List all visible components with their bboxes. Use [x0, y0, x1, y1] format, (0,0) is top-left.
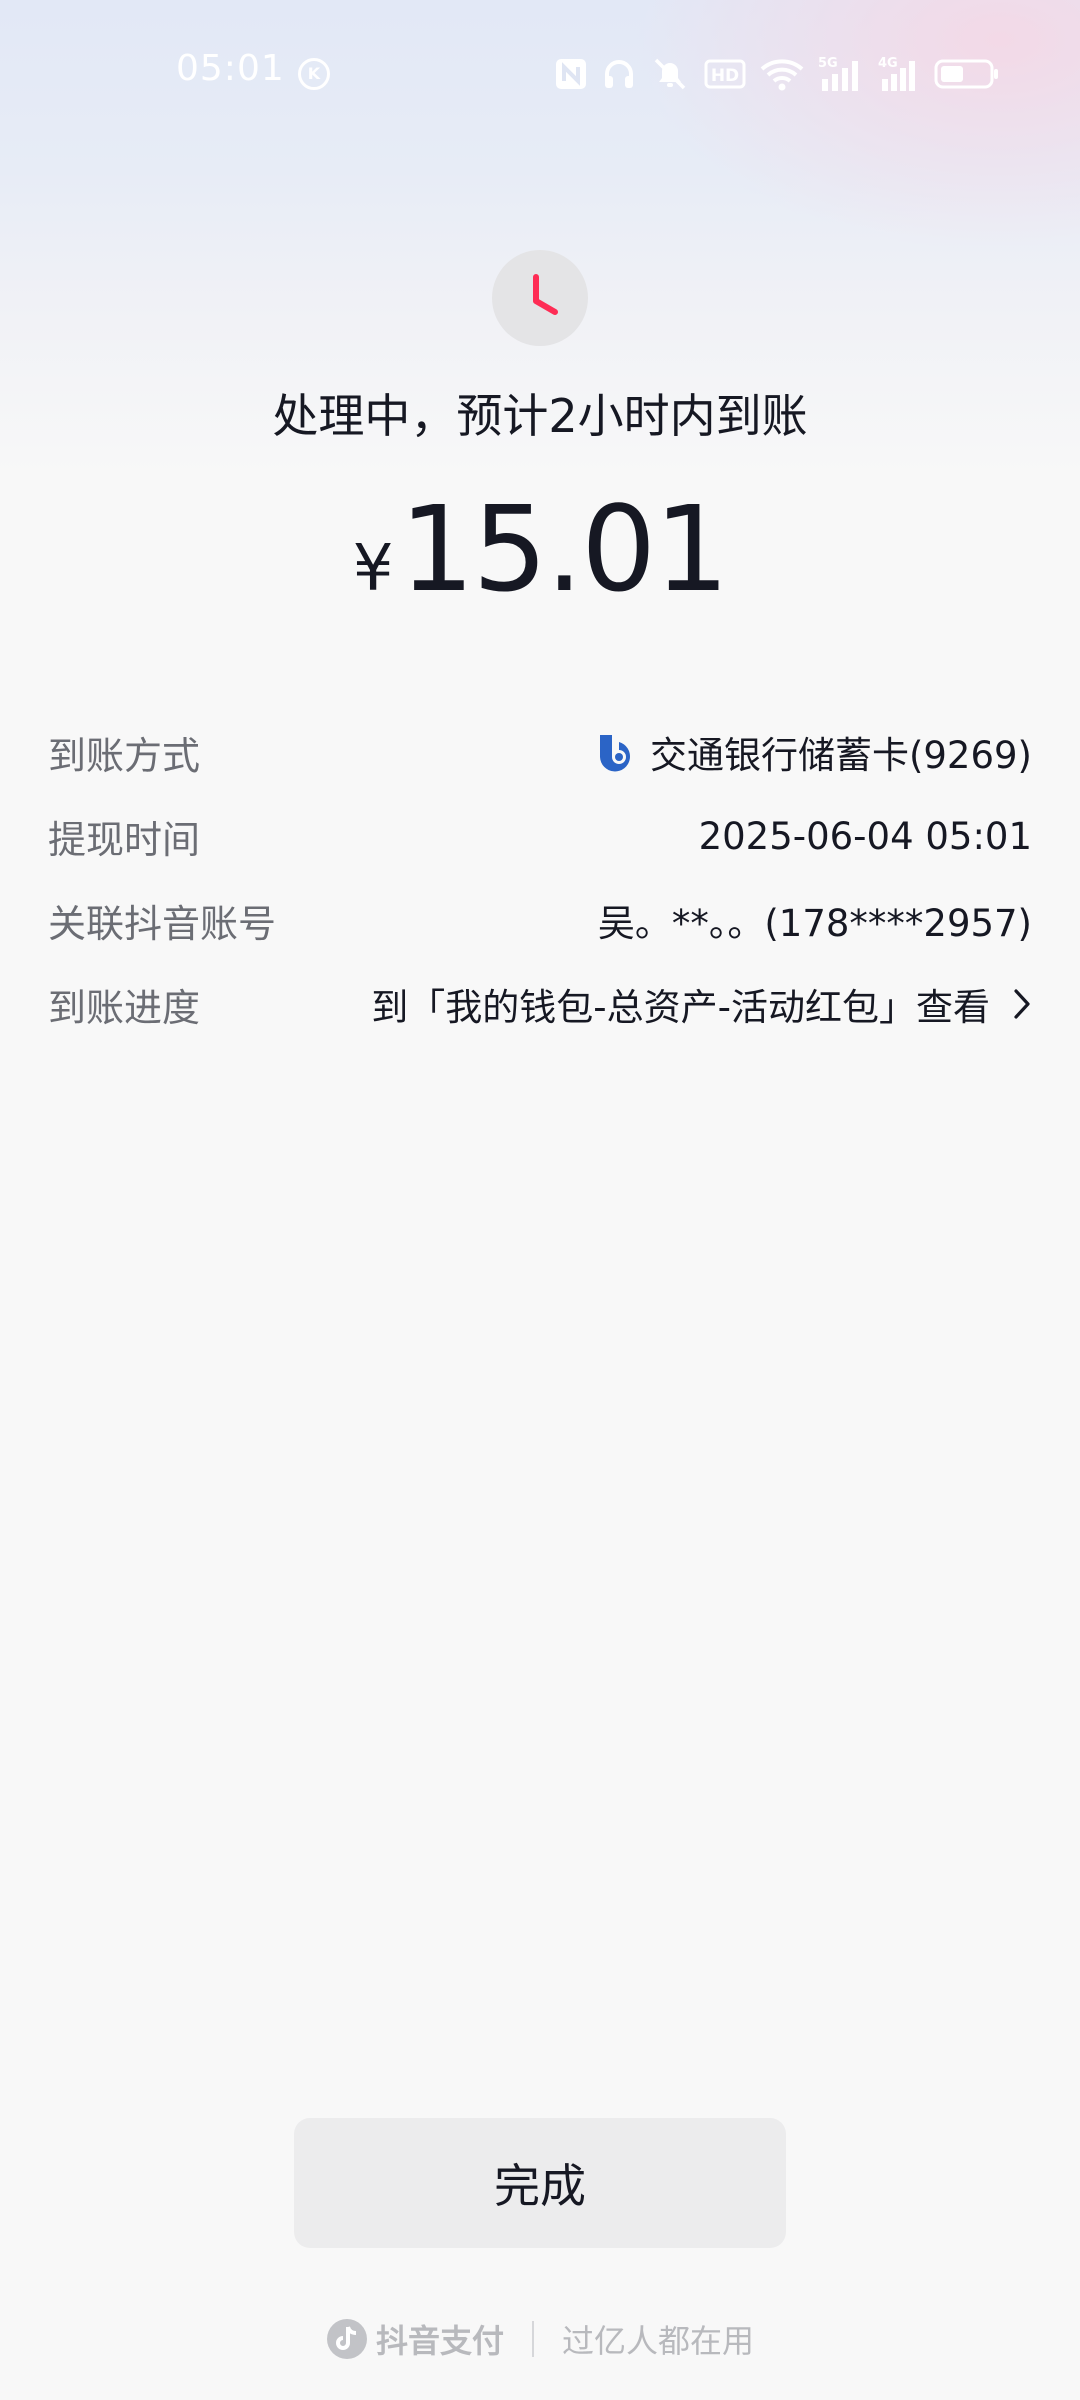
mute-icon [654, 58, 686, 90]
progress-link[interactable]: 到「我的钱包-总资产-活动红包」查看 [371, 977, 1032, 1031]
detail-value: 吴。**。。(178****2957) [597, 902, 1032, 945]
signal-5g-icon: 5G [818, 56, 858, 91]
done-button[interactable]: 完成 [294, 2118, 786, 2248]
nfc-icon [556, 59, 586, 89]
net-5g-label: 5G [818, 56, 838, 71]
clock-icon [492, 250, 588, 346]
k-badge-icon: K [298, 58, 330, 90]
detail-row-progress[interactable]: 到账进度 到「我的钱包-总资产-活动红包」查看 [48, 962, 1032, 1046]
footer-brand: 抖音支付 [326, 2316, 504, 2362]
detail-row-method: 到账方式 交通银行储蓄卡(9269) [48, 710, 1032, 794]
net-4g-label: 4G [878, 56, 898, 71]
chevron-right-icon [1014, 989, 1030, 1019]
amount-currency: ¥ [352, 532, 394, 606]
status-bar: 05:01 K HD 5G 4G [0, 0, 1080, 140]
detail-label: 到账进度 [48, 985, 201, 1030]
detail-value: 交通银行储蓄卡(9269) [592, 725, 1032, 779]
bank-card-text: 交通银行储蓄卡(9269) [649, 734, 1032, 777]
detail-label: 提现时间 [48, 817, 201, 862]
status-title: 处理中，预计2小时内到账 [272, 389, 808, 443]
footer-brand-text: 抖音支付 [375, 2322, 504, 2360]
amount-display: ¥ 15.01 [0, 480, 1080, 618]
footer-slogan: 过亿人都在用 [562, 2322, 755, 2360]
headphones-icon [605, 60, 633, 88]
hd-label: HD [711, 66, 739, 86]
status-icons: HD 5G 4G [554, 54, 1000, 94]
detail-label: 到账方式 [48, 733, 201, 778]
signal-4g-icon: 4G [878, 56, 915, 91]
wifi-icon [760, 59, 804, 91]
hd-icon: HD [704, 59, 746, 89]
douyin-logo-icon [326, 2319, 367, 2359]
status-time: 05:01 [176, 48, 285, 89]
footer: 抖音支付 过亿人都在用 [0, 2314, 1080, 2364]
details-list: 到账方式 交通银行储蓄卡(9269) 提现时间 2025-06-04 05:01… [48, 710, 1032, 1046]
bank-logo-icon [599, 735, 630, 772]
battery-icon [934, 59, 998, 89]
detail-row-time: 提现时间 2025-06-04 05:01 [48, 794, 1032, 878]
detail-label: 关联抖音账号 [48, 901, 277, 946]
detail-row-account: 关联抖音账号 吴。**。。(178****2957) [48, 878, 1032, 962]
detail-value: 2025-06-04 05:01 [698, 814, 1032, 858]
amount-value: 15.01 [399, 480, 729, 618]
footer-divider [532, 2321, 534, 2357]
progress-link-text: 到「我的钱包-总资产-活动红包」查看 [371, 986, 990, 1029]
